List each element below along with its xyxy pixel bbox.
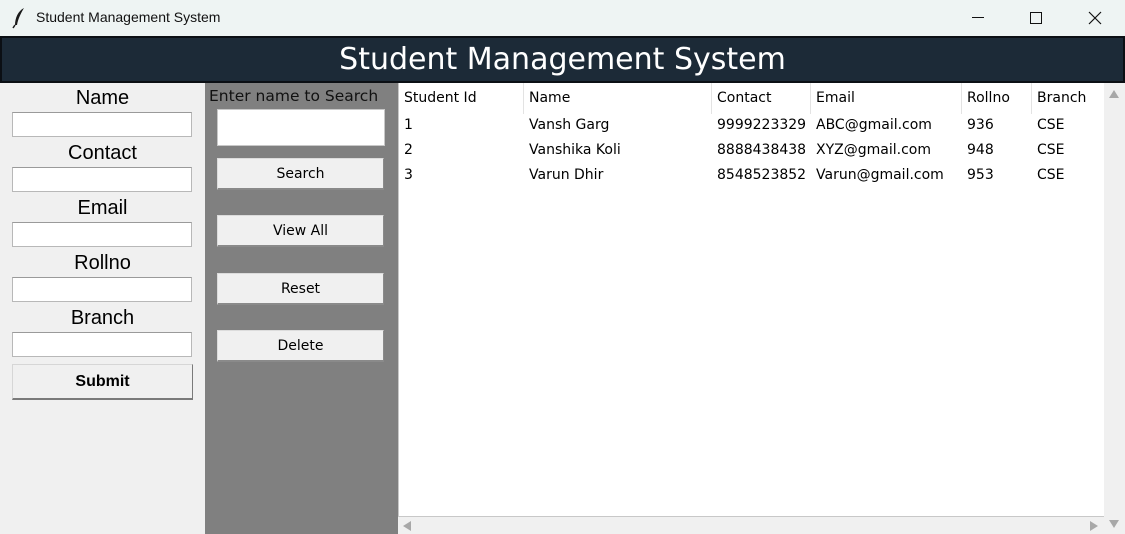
header-banner: Student Management System: [0, 36, 1125, 83]
cell-branch: CSE: [1037, 142, 1065, 158]
maximize-icon: [1030, 12, 1042, 24]
rollno-label: Rollno: [74, 252, 131, 274]
cell-name: Vanshika Koli: [529, 142, 621, 158]
cell-branch: CSE: [1037, 117, 1065, 133]
name-label: Name: [75, 87, 130, 109]
column-header-contact[interactable]: Contact: [712, 83, 811, 114]
view-all-button[interactable]: View All: [217, 215, 384, 247]
search-input[interactable]: [217, 109, 385, 146]
scroll-down-icon[interactable]: [1109, 520, 1119, 528]
cell-contact: 9999223329: [717, 117, 807, 133]
email-label: Email: [77, 197, 128, 219]
scroll-left-icon[interactable]: [403, 521, 411, 531]
column-header-branch[interactable]: Branch: [1032, 83, 1104, 114]
close-icon: [1088, 11, 1102, 25]
scroll-right-icon[interactable]: [1090, 521, 1098, 531]
vertical-scrollbar[interactable]: [1104, 83, 1125, 534]
branch-label: Branch: [70, 307, 135, 329]
reset-button[interactable]: Reset: [217, 273, 384, 305]
contact-field[interactable]: [12, 167, 192, 192]
feather-icon: [12, 7, 28, 29]
title-bar: Student Management System: [0, 0, 1125, 36]
cell-email: ABC@gmail.com: [816, 117, 932, 133]
name-field[interactable]: [12, 112, 192, 137]
student-table[interactable]: Student Id Name Contact Email Rollno Bra…: [398, 83, 1104, 517]
close-button[interactable]: [1066, 0, 1124, 36]
column-header-rollno[interactable]: Rollno: [962, 83, 1032, 114]
email-field[interactable]: [12, 222, 192, 247]
cell-contact: 8888438438: [717, 142, 807, 158]
search-button[interactable]: Search: [217, 158, 384, 190]
cell-rollno: 948: [967, 142, 994, 158]
cell-student-id: 3: [404, 167, 413, 183]
cell-rollno: 936: [967, 117, 994, 133]
window-title: Student Management System: [36, 9, 221, 25]
branch-field[interactable]: [12, 332, 192, 357]
cell-name: Varun Dhir: [529, 167, 604, 183]
horizontal-scrollbar[interactable]: [398, 517, 1104, 534]
search-panel: Enter name to Search Search View All Res…: [205, 83, 398, 534]
cell-rollno: 953: [967, 167, 994, 183]
cell-student-id: 2: [404, 142, 413, 158]
page-title: Student Management System: [339, 42, 786, 77]
cell-student-id: 1: [404, 117, 413, 133]
minimize-button[interactable]: [949, 0, 1007, 36]
contact-label: Contact: [68, 142, 137, 164]
cell-branch: CSE: [1037, 167, 1065, 183]
cell-email: Varun@gmail.com: [816, 167, 944, 183]
column-header-email[interactable]: Email: [811, 83, 962, 114]
student-form: Name Contact Email Rollno Branch Submit: [0, 83, 205, 534]
delete-button[interactable]: Delete: [217, 330, 384, 362]
scroll-up-icon[interactable]: [1109, 90, 1119, 98]
cell-name: Vansh Garg: [529, 117, 610, 133]
cell-contact: 8548523852: [717, 167, 807, 183]
cell-email: XYZ@gmail.com: [816, 142, 931, 158]
submit-button[interactable]: Submit: [12, 364, 193, 400]
rollno-field[interactable]: [12, 277, 192, 302]
column-header-name[interactable]: Name: [524, 83, 712, 114]
minimize-icon: [972, 17, 984, 18]
search-label: Enter name to Search: [209, 87, 379, 105]
column-header-student-id[interactable]: Student Id: [399, 83, 524, 114]
maximize-button[interactable]: [1007, 0, 1065, 36]
